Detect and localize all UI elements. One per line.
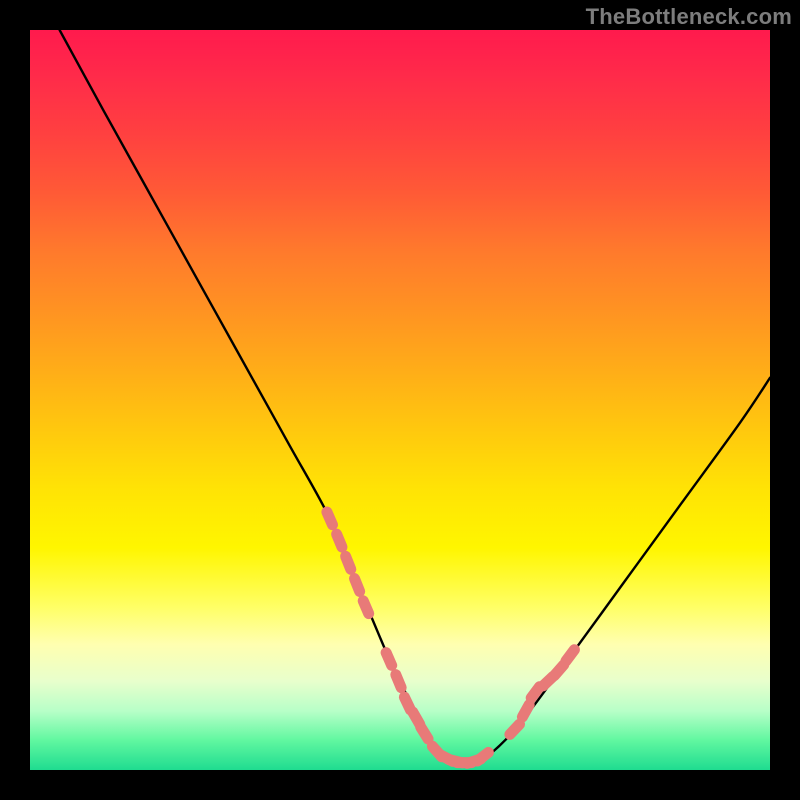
plot-area	[30, 30, 770, 770]
marker-dot	[363, 601, 369, 614]
marker-dot	[346, 556, 351, 569]
marker-dot	[522, 705, 529, 717]
watermark-text: TheBottleneck.com	[586, 4, 792, 30]
marker-dot	[396, 675, 401, 688]
marker-dots	[327, 512, 575, 763]
marker-dot	[421, 727, 428, 739]
marker-dot	[386, 653, 392, 666]
chart-frame: TheBottleneck.com	[0, 0, 800, 800]
curve-line	[60, 30, 770, 764]
marker-dot	[555, 665, 564, 676]
marker-dot	[566, 650, 574, 661]
marker-dot	[337, 534, 342, 547]
marker-dot	[510, 724, 520, 734]
marker-dot	[355, 579, 360, 592]
marker-dot	[327, 512, 333, 525]
chart-svg	[30, 30, 770, 770]
marker-dot	[477, 752, 488, 761]
